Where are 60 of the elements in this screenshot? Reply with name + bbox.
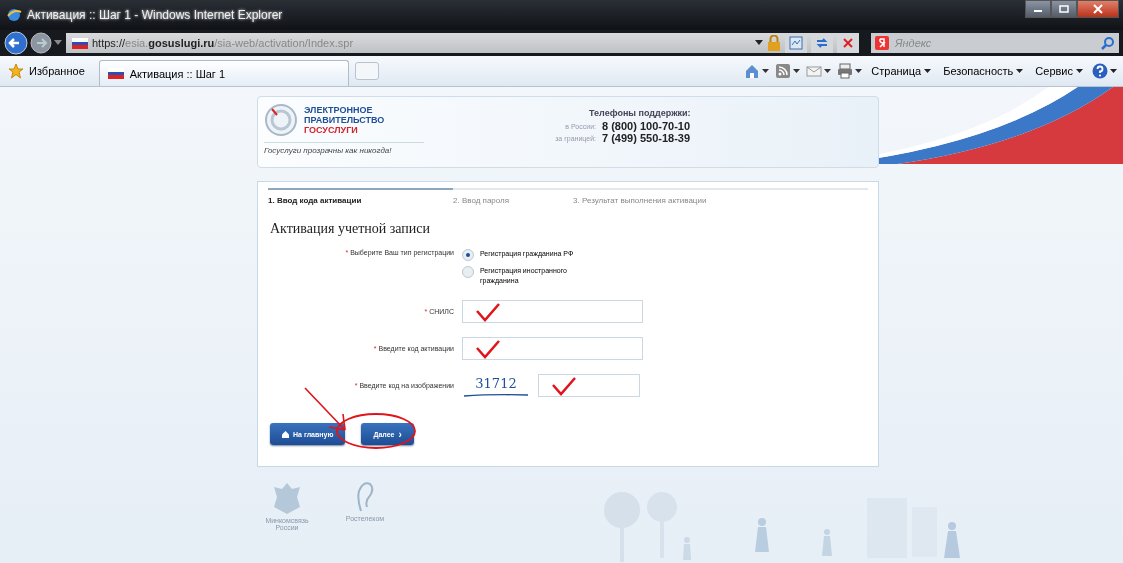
lock-icon — [767, 35, 781, 51]
address-bar[interactable]: https://esia.gosuslugi.ru/sia-web/activation/Index.spr — [66, 33, 859, 53]
radio-button[interactable] — [462, 266, 474, 278]
favorites-button[interactable]: Избранное — [6, 63, 93, 79]
browser-tab[interactable]: Активация :: Шаг 1 — [98, 60, 349, 86]
dropdown-icon[interactable] — [755, 40, 763, 46]
check-mark-icon — [475, 338, 501, 359]
step-label: 1. Ввод кода активации — [268, 188, 453, 205]
logo-text: ГОСУСЛУГИ — [304, 125, 359, 135]
command-menu[interactable]: Сервис — [1032, 65, 1086, 77]
check-mark-icon — [551, 375, 577, 396]
slogan: Госуслуги прозрачны как никогда! — [264, 142, 424, 155]
forward-icon[interactable] — [30, 32, 52, 54]
print-icon[interactable] — [837, 63, 854, 79]
dropdown-icon[interactable] — [793, 68, 801, 74]
flag-icon — [107, 68, 124, 79]
radio-button[interactable] — [462, 249, 474, 261]
compatibility-icon[interactable] — [785, 33, 807, 53]
input-field[interactable] — [462, 300, 643, 323]
maximize-button[interactable] — [1051, 0, 1077, 18]
dropdown-icon — [1016, 68, 1024, 74]
minimize-button[interactable] — [1025, 0, 1051, 18]
phone-number: 7 (499) 550-18-39 — [602, 132, 691, 144]
input-field[interactable] — [538, 374, 640, 397]
check-mark-icon — [475, 301, 501, 322]
phone-number: 8 (800) 100-70-10 — [602, 120, 691, 132]
step-label: 3. Результат выполнения активации — [573, 195, 708, 205]
annotation-arrow — [303, 386, 349, 434]
star-icon — [8, 63, 24, 79]
logo-emblem-icon — [264, 103, 298, 137]
input-field[interactable] — [462, 337, 643, 360]
search-icon[interactable] — [1097, 33, 1119, 53]
search-field[interactable]: Яндекс — [893, 33, 1097, 53]
dropdown-icon[interactable] — [855, 68, 863, 74]
window-title: Активация :: Шаг 1 - Windows Internet Explorer — [27, 8, 284, 22]
command-menu[interactable]: Безопасность — [940, 65, 1027, 77]
logo-text: ЭЛЕКТРОННОЕ — [304, 105, 374, 115]
flag-icon — [72, 37, 88, 49]
close-button[interactable] — [1077, 0, 1119, 18]
dropdown-icon[interactable] — [1110, 68, 1117, 74]
dropdown-icon[interactable] — [824, 68, 832, 74]
support-title: Телефоны поддержки: — [589, 108, 691, 118]
search-engine-icon — [871, 33, 893, 53]
help-icon[interactable] — [1092, 63, 1108, 79]
home-icon — [282, 430, 289, 438]
form-title: Активация учетной записи — [270, 221, 431, 237]
dropdown-icon — [924, 68, 932, 74]
ear-logo-icon — [355, 481, 375, 513]
dropdown-icon — [1076, 68, 1083, 74]
logo-text: ПРАВИТЕЛЬСТВО — [304, 115, 385, 125]
close-icon — [1093, 4, 1103, 14]
command-menu[interactable]: Страница — [868, 65, 935, 77]
step-label: 2. Ввод пароля — [453, 195, 511, 205]
browser-logo-icon — [6, 7, 22, 23]
maximize-icon — [1059, 5, 1069, 13]
dropdown-icon[interactable] — [762, 68, 770, 74]
coat-of-arms-icon — [272, 481, 302, 515]
stop-icon[interactable] — [837, 33, 859, 53]
refresh-icon[interactable] — [811, 33, 833, 53]
back-icon[interactable] — [4, 31, 28, 55]
